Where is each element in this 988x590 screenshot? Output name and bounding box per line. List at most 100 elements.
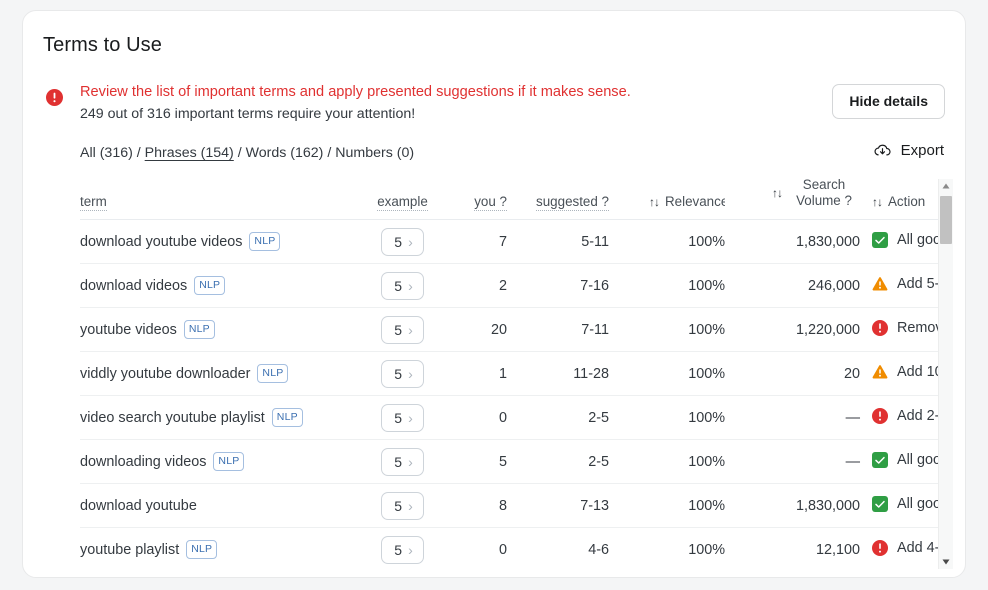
table-row[interactable]: youtube playlist NLP 5 › 0 4-6 100% 12,100 Add 4…: [80, 527, 948, 569]
filter-separator-3: /: [323, 145, 336, 161]
filter-numbers[interactable]: Numbers (0): [335, 145, 414, 161]
cell-action[interactable]: All good!: [872, 483, 948, 528]
example-value: 5: [394, 453, 403, 470]
alert-message: Review the list of important terms and a…: [80, 84, 631, 100]
example-value: 5: [394, 365, 403, 382]
filter-all[interactable]: All (316): [80, 145, 133, 161]
column-header-example[interactable]: example: [355, 177, 450, 220]
cell-term: download youtube: [80, 483, 355, 528]
cell-relevance: 100%: [617, 395, 740, 440]
cell-you: 5: [450, 439, 519, 484]
table-row[interactable]: download videos NLP 5 › 2 7-16 100% 246,000 Add …: [80, 263, 948, 308]
cell-search-volume: 20: [740, 351, 872, 396]
cell-action[interactable]: Add 5-14: [872, 263, 948, 308]
chevron-right-icon: ›: [408, 365, 413, 382]
scroll-up-arrow-icon[interactable]: [939, 179, 953, 193]
terms-table: term example you ? suggested ? ↑↓ Releva…: [80, 177, 948, 569]
sort-updown-icon[interactable]: ↑↓: [649, 195, 660, 209]
cell-term: youtube videos NLP: [80, 307, 355, 352]
nlp-badge: NLP: [194, 275, 226, 296]
scroll-down-arrow-icon[interactable]: [939, 555, 953, 569]
status-error-icon: [872, 539, 888, 556]
cell-action[interactable]: Remove 9-13: [872, 307, 948, 352]
export-label: Export: [900, 142, 944, 159]
cell-suggested: 2-5: [519, 439, 617, 484]
sort-updown-icon[interactable]: ↑↓: [772, 186, 783, 200]
example-value: 5: [394, 409, 403, 426]
term-label: download youtube videos: [80, 233, 243, 250]
column-header-example-label[interactable]: example: [377, 194, 428, 211]
alert-circle-icon: [46, 89, 63, 106]
cell-search-volume: 12,100: [740, 527, 872, 569]
hide-details-button[interactable]: Hide details: [832, 84, 945, 119]
nlp-badge: NLP: [213, 451, 245, 472]
cell-you: 8: [450, 483, 519, 528]
cell-you: 7: [450, 219, 519, 264]
table-row[interactable]: downloading videos NLP 5 › 5 2-5 100% — All good…: [80, 439, 948, 484]
column-header-you[interactable]: you ?: [450, 177, 519, 220]
column-header-suggested[interactable]: suggested ?: [519, 177, 617, 220]
cell-relevance: 100%: [617, 307, 740, 352]
example-button[interactable]: 5 ›: [381, 447, 424, 476]
table-row[interactable]: download youtube 5 › 8 7-13 100% 1,830,000 All …: [80, 483, 948, 528]
chevron-right-icon: ›: [408, 321, 413, 338]
term-label: viddly youtube downloader: [80, 365, 251, 382]
term-label: downloading videos: [80, 453, 207, 470]
column-header-term-label[interactable]: term: [80, 194, 107, 211]
scrollbar-thumb[interactable]: [940, 196, 952, 244]
table-row[interactable]: video search youtube playlist NLP 5 › 0 2-5 10…: [80, 395, 948, 440]
cell-action[interactable]: All good!: [872, 219, 948, 264]
column-header-relevance[interactable]: ↑↓ Relevance: [617, 177, 740, 220]
column-header-action-label: Action: [888, 194, 926, 209]
chevron-right-icon: ›: [408, 409, 413, 426]
status-error-icon: [872, 407, 888, 424]
nlp-badge: NLP: [186, 539, 218, 560]
table-row[interactable]: youtube videos NLP 5 › 20 7-11 100% 1,220,000 Re…: [80, 307, 948, 352]
term-label: youtube playlist: [80, 541, 180, 558]
cell-search-volume: 1,830,000: [740, 483, 872, 528]
example-button[interactable]: 5 ›: [381, 271, 424, 300]
sort-updown-icon[interactable]: ↑↓: [872, 195, 883, 209]
cell-term: viddly youtube downloader NLP: [80, 351, 355, 396]
example-button[interactable]: 5 ›: [381, 403, 424, 432]
example-button[interactable]: 5 ›: [381, 315, 424, 344]
column-header-search-volume[interactable]: ↑↓ Search Volume ?: [740, 177, 872, 220]
status-ok-icon: [872, 231, 888, 248]
example-button[interactable]: 5 ›: [381, 359, 424, 388]
filter-separator-2: /: [233, 145, 246, 161]
cell-you: 1: [450, 351, 519, 396]
cell-action[interactable]: Add 10-27: [872, 351, 948, 396]
term-label: youtube videos: [80, 321, 177, 338]
example-button[interactable]: 5 ›: [381, 227, 424, 256]
nlp-badge: NLP: [249, 231, 281, 252]
example-value: 5: [394, 541, 403, 558]
cloud-download-icon: [873, 141, 892, 160]
column-header-suggested-label[interactable]: suggested ?: [536, 194, 609, 211]
filter-phrases[interactable]: Phrases (154): [145, 145, 234, 161]
cell-search-volume: 1,830,000: [740, 219, 872, 264]
cell-search-volume: —: [740, 395, 872, 440]
example-value: 5: [394, 277, 403, 294]
chevron-right-icon: ›: [408, 541, 413, 558]
example-button[interactable]: 5 ›: [381, 535, 424, 564]
cell-search-volume: 1,220,000: [740, 307, 872, 352]
column-header-you-label[interactable]: you ?: [474, 194, 507, 211]
filter-words[interactable]: Words (162): [246, 145, 324, 161]
cell-example: 5 ›: [355, 527, 450, 569]
cell-action[interactable]: Add 2-5: [872, 395, 948, 440]
cell-search-volume: 246,000: [740, 263, 872, 308]
chevron-right-icon: ›: [408, 497, 413, 514]
column-header-action[interactable]: ↑↓ Action: [872, 177, 948, 220]
terms-table-container: term example you ? suggested ? ↑↓ Releva…: [80, 177, 948, 569]
column-header-term[interactable]: term: [80, 177, 355, 220]
term-label: video search youtube playlist: [80, 409, 265, 426]
export-button[interactable]: Export: [873, 141, 944, 160]
table-row[interactable]: download youtube videos NLP 5 › 7 5-11 100% 1,8…: [80, 219, 948, 264]
example-button[interactable]: 5 ›: [381, 491, 424, 520]
table-row[interactable]: viddly youtube downloader NLP 5 › 1 11-28 100%…: [80, 351, 948, 396]
example-value: 5: [394, 321, 403, 338]
cell-action[interactable]: All good!: [872, 439, 948, 484]
cell-action[interactable]: Add 4-6: [872, 527, 948, 569]
cell-relevance: 100%: [617, 351, 740, 396]
table-scrollbar[interactable]: [938, 179, 953, 569]
